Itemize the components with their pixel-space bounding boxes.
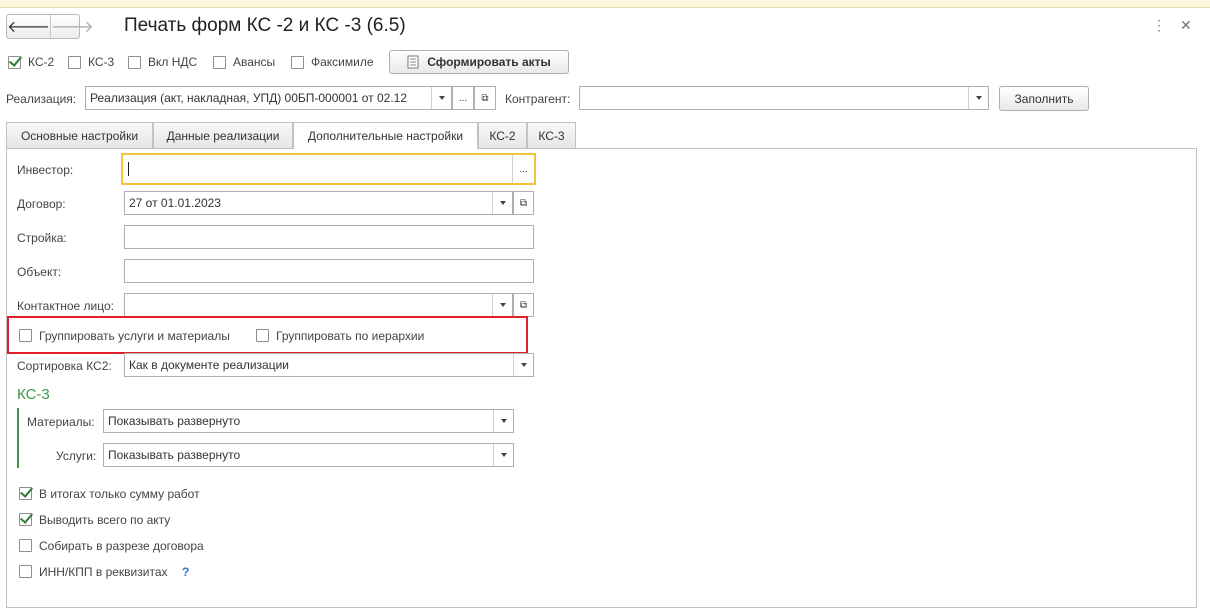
tab-main-settings[interactable]: Основные настройки bbox=[6, 122, 153, 148]
materials-value: Показывать развернуто bbox=[108, 414, 241, 428]
tab-ks2[interactable]: КС-2 bbox=[478, 122, 527, 148]
tab-additional-settings[interactable]: Дополнительные настройки bbox=[293, 122, 478, 149]
materials-field[interactable]: Показывать развернуто bbox=[103, 409, 514, 433]
investor-label: Инвестор: bbox=[17, 163, 74, 177]
dropdown-arrow-icon[interactable] bbox=[493, 444, 513, 466]
total-act-label: Выводить всего по акту bbox=[39, 513, 171, 527]
realization-value: Реализация (акт, накладная, УПД) 00БП-00… bbox=[90, 91, 408, 105]
contractor-label: Контрагент: bbox=[505, 92, 571, 106]
by-contract-checkbox[interactable] bbox=[19, 539, 32, 552]
open-link-icon[interactable]: ⧉ bbox=[474, 86, 496, 110]
total-act-checkbox[interactable] bbox=[19, 513, 32, 526]
dropdown-arrow-icon[interactable] bbox=[492, 294, 512, 316]
tab-ks3[interactable]: КС-3 bbox=[527, 122, 576, 148]
fill-button[interactable]: Заполнить bbox=[999, 86, 1089, 111]
more-menu-icon[interactable]: ⋮ bbox=[1152, 17, 1166, 34]
services-value: Показывать развернуто bbox=[108, 448, 241, 462]
facsimile-checkbox[interactable] bbox=[291, 56, 304, 69]
by-contract-label: Собирать в разрезе договора bbox=[39, 539, 204, 553]
back-button[interactable]: 🡐 bbox=[7, 15, 50, 38]
arrow-left-icon: 🡐 bbox=[7, 19, 50, 36]
realization-label: Реализация: bbox=[6, 92, 77, 106]
inn-kpp-checkbox[interactable] bbox=[19, 565, 32, 578]
tab-realization-data[interactable]: Данные реализации bbox=[153, 122, 293, 148]
realization-field[interactable]: Реализация (акт, накладная, УПД) 00БП-00… bbox=[85, 86, 452, 110]
facsimile-label: Факсимиле bbox=[311, 55, 374, 69]
arrow-right-icon: 🡒 bbox=[50, 19, 94, 36]
contract-field[interactable]: 27 от 01.01.2023 bbox=[124, 191, 513, 215]
group-services-checkbox[interactable] bbox=[19, 329, 32, 342]
vat-label: Вкл НДС bbox=[148, 55, 198, 69]
ks2-label: КС-2 bbox=[28, 55, 55, 69]
select-ellipsis-button[interactable]: ... bbox=[452, 86, 474, 110]
investor-field[interactable]: ... bbox=[121, 153, 536, 185]
text-cursor bbox=[128, 162, 129, 176]
materials-label: Материалы: bbox=[27, 415, 95, 429]
group-hierarchy-checkbox[interactable] bbox=[256, 329, 269, 342]
group-services-label: Группировать услуги и материалы bbox=[39, 329, 230, 343]
dropdown-arrow-icon[interactable] bbox=[431, 87, 451, 109]
select-ellipsis-button[interactable]: ... bbox=[512, 155, 534, 183]
works-only-checkbox[interactable] bbox=[19, 487, 32, 500]
generate-acts-label: Сформировать акты bbox=[427, 55, 551, 69]
section-divider bbox=[17, 408, 19, 468]
construction-label: Стройка: bbox=[17, 231, 67, 245]
window-title: Печать форм КС -2 и КС -3 (6.5) bbox=[124, 15, 406, 36]
object-label: Объект: bbox=[17, 265, 62, 279]
open-link-icon[interactable]: ⧉ bbox=[513, 191, 534, 215]
vat-checkbox[interactable] bbox=[128, 56, 141, 69]
help-icon[interactable]: ? bbox=[182, 565, 189, 579]
contact-field[interactable] bbox=[124, 293, 513, 317]
services-field[interactable]: Показывать развернуто bbox=[103, 443, 514, 467]
inn-kpp-label: ИНН/КПП в реквизитах bbox=[39, 565, 168, 579]
sort-label: Сортировка КС2: bbox=[17, 359, 112, 373]
contractor-field[interactable] bbox=[579, 86, 989, 110]
advances-checkbox[interactable] bbox=[213, 56, 226, 69]
dropdown-arrow-icon[interactable] bbox=[493, 410, 513, 432]
ks2-checkbox[interactable] bbox=[8, 56, 21, 69]
works-only-label: В итогах только сумму работ bbox=[39, 487, 200, 501]
contract-value: 27 от 01.01.2023 bbox=[129, 196, 221, 210]
group-hierarchy-label: Группировать по иерархии bbox=[276, 329, 425, 343]
sort-value: Как в документе реализации bbox=[129, 358, 289, 372]
forward-button[interactable]: 🡒 bbox=[49, 15, 94, 38]
navigation-buttons: 🡐 🡒 bbox=[6, 14, 94, 39]
ks3-label: КС-3 bbox=[88, 55, 115, 69]
dropdown-arrow-icon[interactable] bbox=[513, 354, 533, 376]
object-field[interactable] bbox=[124, 259, 534, 283]
open-link-icon[interactable]: ⧉ bbox=[513, 293, 534, 317]
dropdown-arrow-icon[interactable] bbox=[492, 192, 512, 214]
advances-label: Авансы bbox=[233, 55, 276, 69]
services-label: Услуги: bbox=[56, 449, 97, 463]
contract-label: Договор: bbox=[17, 197, 66, 211]
sort-field[interactable]: Как в документе реализации bbox=[124, 353, 534, 377]
document-icon bbox=[407, 55, 419, 69]
top-strip bbox=[0, 0, 1210, 8]
dropdown-arrow-icon[interactable] bbox=[968, 87, 988, 109]
construction-field[interactable] bbox=[124, 225, 534, 249]
ks3-section-title: КС-3 bbox=[17, 386, 50, 403]
contact-label: Контактное лицо: bbox=[17, 299, 114, 313]
close-icon[interactable]: ✕ bbox=[1180, 17, 1192, 34]
ks3-checkbox[interactable] bbox=[68, 56, 81, 69]
generate-acts-button[interactable]: Сформировать акты bbox=[389, 50, 569, 74]
